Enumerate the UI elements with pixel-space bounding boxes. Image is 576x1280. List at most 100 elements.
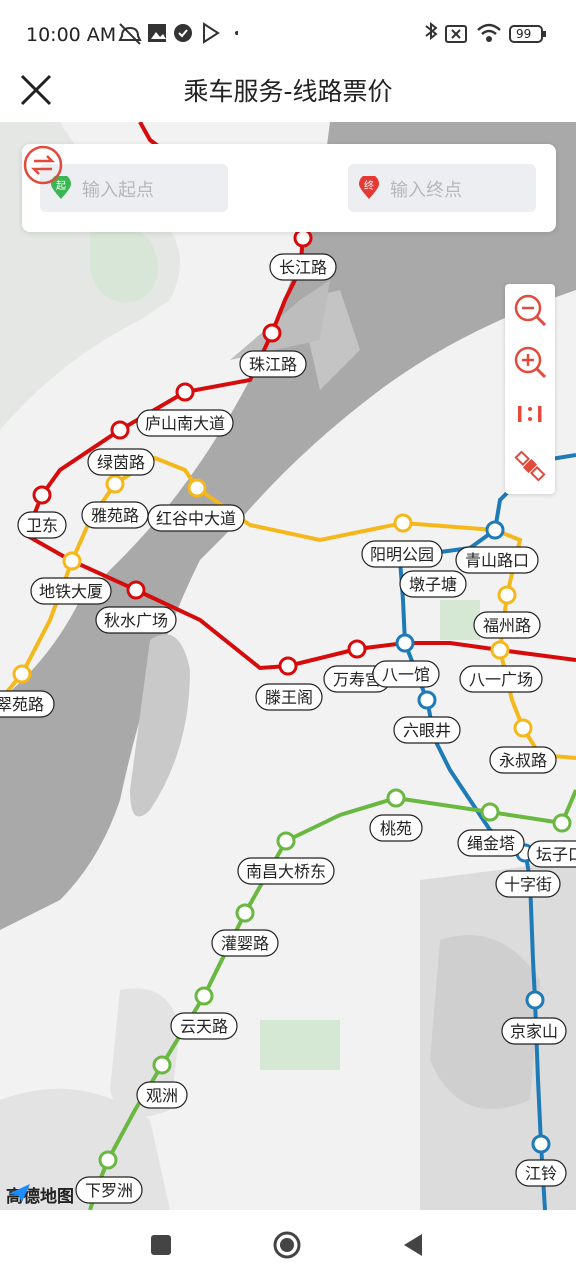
station-label-shizi[interactable]: 十字街	[495, 870, 561, 898]
station-dot-wanshou[interactable]	[347, 639, 367, 659]
station-dot-cuiyuan[interactable]	[12, 664, 32, 684]
station-dot-xiafang[interactable]	[98, 1150, 118, 1170]
station-dot-taoyuan[interactable]	[386, 788, 406, 808]
swap-icon[interactable]	[22, 144, 64, 186]
station-dot-jiangling[interactable]	[531, 1134, 551, 1154]
svg-text:云天路: 云天路	[180, 1017, 228, 1036]
mute-icon	[118, 23, 142, 45]
zoom-out-icon[interactable]	[505, 284, 555, 336]
status-bar: 10:00 AM 99	[0, 0, 576, 62]
recent-apps-icon[interactable]	[146, 1230, 176, 1260]
station-dot-tengwang[interactable]	[278, 656, 298, 676]
svg-text:六眼井: 六眼井	[403, 721, 451, 740]
station-label-ditie[interactable]: 地铁大厦	[30, 577, 112, 605]
bluetooth-icon	[425, 22, 438, 41]
station-dot-zhujiang[interactable]	[262, 323, 282, 343]
end-pin-icon: 终	[359, 176, 379, 199]
station-label-yayuan[interactable]: 雅苑路	[81, 501, 149, 529]
station-label-lushan[interactable]: 庐山南大道	[136, 409, 234, 437]
start-input[interactable]: 起 输入起点	[40, 164, 228, 212]
svg-text:八一广场: 八一广场	[469, 670, 533, 689]
station-label-guanying[interactable]: 灌婴路	[211, 929, 279, 957]
station-label-yongshu[interactable]: 永叔路	[489, 746, 557, 774]
play-store-icon	[203, 22, 220, 44]
status-time: 10:00 AM	[26, 24, 117, 46]
svg-text:下罗洲: 下罗洲	[85, 1181, 133, 1200]
station-dot-qingshan[interactable]	[485, 520, 505, 540]
svg-text:庐山南大道: 庐山南大道	[145, 414, 225, 433]
station-dot-honggu[interactable]	[187, 478, 207, 498]
sim-off-icon	[445, 25, 467, 43]
map-control-panel	[505, 284, 555, 494]
station-dot-bayiguangchang[interactable]	[490, 640, 510, 660]
photo-icon	[148, 24, 166, 42]
station-dot-jingjia[interactable]	[525, 990, 545, 1010]
station-dot-lvyin[interactable]	[105, 474, 125, 494]
station-dot-qiushui[interactable]	[126, 580, 146, 600]
station-label-xiafang[interactable]: 下罗洲	[75, 1176, 143, 1204]
zoom-in-icon[interactable]	[505, 336, 555, 388]
station-label-fuzhou[interactable]: 福州路	[473, 611, 541, 639]
station-dot-liuyan[interactable]	[417, 690, 437, 710]
station-dot-changjiang[interactable]	[293, 228, 313, 248]
wifi-icon	[477, 23, 501, 42]
svg-text:八一馆: 八一馆	[382, 665, 430, 684]
end-input[interactable]: 终 输入终点	[348, 164, 536, 212]
station-label-changjiang[interactable]: 长江路	[269, 253, 337, 281]
station-dot-yuntian[interactable]	[194, 986, 214, 1006]
station-dot-lushan[interactable]	[175, 382, 195, 402]
station-label-qingshan[interactable]: 青山路口	[455, 546, 539, 574]
station-dot-fuzhou[interactable]	[497, 585, 517, 605]
station-label-jiangling[interactable]: 江铃	[515, 1159, 567, 1187]
svg-text:珠江路: 珠江路	[249, 355, 297, 374]
amap-logo-icon	[8, 1184, 30, 1202]
station-dot-lushan-2[interactable]	[110, 420, 130, 440]
station-label-tengwang[interactable]: 滕王阁	[255, 683, 323, 711]
station-label-taoyuan[interactable]: 桃苑	[369, 814, 423, 842]
station-label-cuiyuan[interactable]: 翠苑路	[0, 690, 55, 718]
station-label-jingjia[interactable]: 京家山	[501, 1017, 567, 1045]
svg-text:长江路: 长江路	[279, 258, 327, 277]
station-dot-yongshu[interactable]	[513, 718, 533, 738]
station-dot-nanchang[interactable]	[276, 831, 296, 851]
svg-text:十字街: 十字街	[504, 875, 552, 894]
station-label-bayiguan[interactable]: 八一馆	[372, 660, 440, 688]
check-icon	[174, 24, 192, 42]
svg-text:终: 终	[364, 179, 374, 192]
station-label-dunzi[interactable]: 墩子塘	[399, 570, 467, 598]
station-label-weidong[interactable]: 卫东	[17, 511, 67, 539]
station-dot-tanzi[interactable]	[552, 813, 572, 833]
station-dot-guanzhou[interactable]	[152, 1055, 172, 1075]
ratio-reset-icon[interactable]	[505, 388, 555, 440]
satellite-icon[interactable]	[505, 440, 555, 492]
svg-text:秋水广场: 秋水广场	[104, 611, 168, 630]
station-label-guanzhou[interactable]: 观洲	[136, 1081, 188, 1109]
metro-map[interactable]: 长江路 珠江路 庐山南大道 绿茵路 卫东 雅苑路 红谷中大道 地铁大厦 秋水广场…	[0, 122, 576, 1210]
station-label-bayiguangchang[interactable]: 八一广场	[459, 665, 543, 693]
station-label-zhujiang[interactable]: 珠江路	[239, 350, 307, 378]
station-dot-ditie[interactable]	[62, 551, 82, 571]
map-canvas[interactable]: 长江路 珠江路 庐山南大道 绿茵路 卫东 雅苑路 红谷中大道 地铁大厦 秋水广场…	[0, 122, 576, 1210]
station-dot-bayiguan[interactable]	[395, 633, 415, 653]
station-dot-weidong[interactable]	[32, 485, 52, 505]
station-label-yangming[interactable]: 阳明公园	[361, 540, 443, 568]
station-label-tanzi[interactable]: 坛子口	[527, 840, 576, 868]
battery-level: 99	[516, 27, 532, 41]
station-label-lvyin[interactable]: 绿茵路	[87, 448, 155, 476]
station-label-liuyan[interactable]: 六眼井	[393, 716, 461, 744]
station-dot-guanying[interactable]	[235, 903, 255, 923]
back-icon[interactable]	[398, 1230, 428, 1260]
svg-text:红谷中大道: 红谷中大道	[156, 509, 236, 528]
station-dot-shengjin[interactable]	[480, 802, 500, 822]
station-label-qiushui[interactable]: 秋水广场	[95, 606, 177, 634]
station-label-honggu[interactable]: 红谷中大道	[147, 504, 245, 532]
station-label-yuntian[interactable]: 云天路	[170, 1012, 238, 1040]
home-icon[interactable]	[272, 1230, 302, 1260]
station-label-nanchang[interactable]: 南昌大桥东	[237, 857, 335, 885]
station-label-shengjin[interactable]: 绳金塔	[457, 829, 525, 857]
svg-text:江铃: 江铃	[525, 1164, 557, 1183]
notification-icons	[118, 22, 238, 45]
svg-text:坛子口: 坛子口	[536, 845, 576, 864]
station-dot-yangming-y[interactable]	[393, 513, 413, 533]
svg-text:灌婴路: 灌婴路	[221, 934, 269, 953]
